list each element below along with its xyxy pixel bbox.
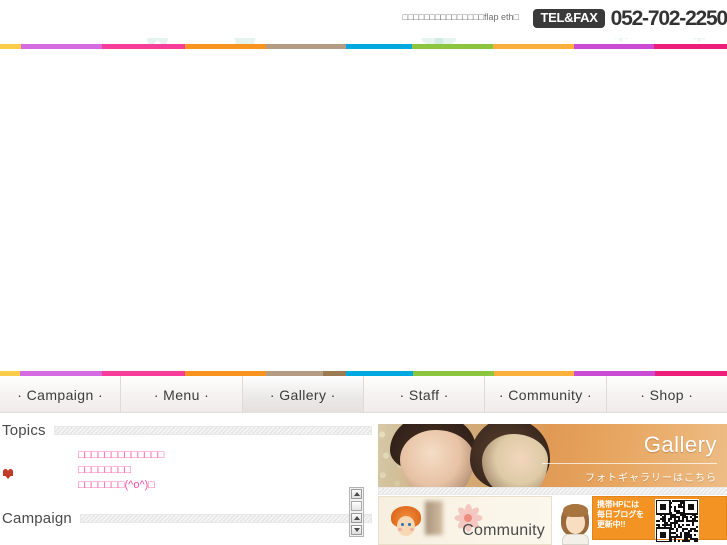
scrollbar-thumb[interactable] (351, 501, 362, 511)
doll-illustration-icon (391, 506, 421, 542)
chevron-up-icon (353, 515, 360, 520)
heart-icon (3, 469, 14, 479)
qr-promo-line: 携帯HPには (597, 500, 639, 509)
gallery-banner-subtitle: フォトギャラリーはこちら (585, 473, 717, 484)
stripe-segment-6 (412, 44, 494, 49)
gallery-banner[interactable]: Gallery フォトギャラリーはこちら (378, 424, 727, 490)
nav-item-label: · Shop · (640, 386, 694, 403)
left-column: Topics □□□□□□□□□□□□□ □□□□□□□□ □□□□□□□(^o^)… (0, 418, 372, 545)
site-header: □□□□□□□□□□□□□□□flap eth□ TEL&FAX 052-702… (0, 0, 727, 38)
lower-banner-row: Community 携帯HPには 毎日ブログを 更新中!! (378, 487, 727, 545)
stripe-segment-4 (265, 44, 346, 49)
stripe-segment-1 (20, 44, 102, 49)
gallery-banner-rule (542, 463, 717, 464)
chevron-up-icon (353, 492, 360, 497)
stripe-segment-3 (185, 44, 266, 49)
nav-campaign[interactable]: · Campaign · (0, 376, 122, 413)
scroll-down-button[interactable] (351, 524, 362, 535)
nav-item-label: · Campaign · (17, 386, 104, 403)
nav-shop[interactable]: · Shop · (607, 376, 727, 413)
color-stripe-top (0, 44, 727, 49)
stripe-segment-0 (0, 44, 21, 49)
nav-menu[interactable]: · Menu · (121, 376, 243, 413)
qr-promo-line: 毎日ブログを (597, 510, 644, 519)
telephone-block: TEL&FAX 052-702-2250 (533, 8, 727, 29)
topics-line[interactable]: □□□□□□□□ (78, 463, 333, 478)
gallery-banner-text: Gallery フォトギャラリーはこちら (542, 434, 717, 484)
page-root: □□□□□□□□□□□□□□□flap eth□ TEL&FAX 052-702… (0, 0, 727, 545)
community-banner-label: Community (462, 522, 545, 539)
stripe-segment-8 (573, 44, 654, 49)
qr-promo-line: 更新中!! (597, 520, 626, 529)
mobile-qr-promo[interactable]: 携帯HPには 毎日ブログを 更新中!! (558, 496, 727, 545)
campaign-rule (79, 513, 372, 523)
nav-community[interactable]: · Community · (485, 376, 607, 413)
qr-promo-card[interactable]: 携帯HPには 毎日ブログを 更新中!! (592, 496, 727, 542)
nav-staff[interactable]: · Staff · (364, 376, 486, 413)
stripe-segment-9 (653, 44, 727, 49)
campaign-title: Campaign (2, 509, 72, 527)
nav-gallery[interactable]: · Gallery · (242, 376, 364, 413)
chevron-down-icon (353, 527, 360, 532)
topics-title: Topics (2, 421, 46, 439)
topics-line[interactable]: □□□□□□□□□□□□□ (78, 448, 333, 463)
nav-item-label: · Community · (498, 386, 593, 403)
nav-item-label: · Menu · (153, 386, 210, 403)
model-a-face (400, 430, 474, 490)
topics-header: Topics (0, 418, 372, 442)
site-tagline: □□□□□□□□□□□□□□□flap eth□ (402, 12, 520, 22)
qr-promo-copy: 携帯HPには 毎日ブログを 更新中!! (593, 497, 655, 539)
stripe-segment-5 (345, 44, 413, 49)
topics-scrollbar[interactable] (349, 487, 364, 537)
topics-rule (53, 425, 372, 435)
girl-illustration-icon (558, 496, 592, 545)
campaign-header: Campaign (0, 506, 372, 530)
qr-code-icon[interactable] (655, 499, 699, 542)
scroll-up-button[interactable] (351, 489, 362, 500)
background-blur-decoration (425, 501, 443, 535)
tel-fax-badge: TEL&FAX (533, 8, 605, 29)
scroll-up-button-secondary[interactable] (351, 512, 362, 523)
model-b-face (482, 434, 548, 490)
lower-section-rule (378, 487, 727, 495)
right-column: Gallery フォトギャラリーはこちら Community 携帯HPには 毎日… (378, 424, 727, 545)
nav-item-label: · Staff · (399, 386, 449, 403)
topics-body: □□□□□□□□□□□□□ □□□□□□□□ □□□□□□□(^o^)□ (0, 448, 372, 537)
topics-text[interactable]: □□□□□□□□□□□□□ □□□□□□□□ □□□□□□□(^o^)□ (78, 448, 333, 493)
tel-fax-number: 052-702-2250 (610, 7, 727, 30)
stripe-segment-2 (101, 44, 186, 49)
global-navigation: · Campaign · · Menu · · Gallery · · Staff ·… (0, 376, 727, 413)
nav-item-label: · Gallery · (269, 386, 336, 403)
gallery-banner-title: Gallery (643, 432, 717, 457)
stripe-segment-7 (493, 44, 574, 49)
topics-line[interactable]: □□□□□□□(^o^)□ (78, 478, 333, 493)
hero-flash-area[interactable] (0, 49, 727, 371)
community-banner[interactable]: Community (378, 496, 552, 545)
